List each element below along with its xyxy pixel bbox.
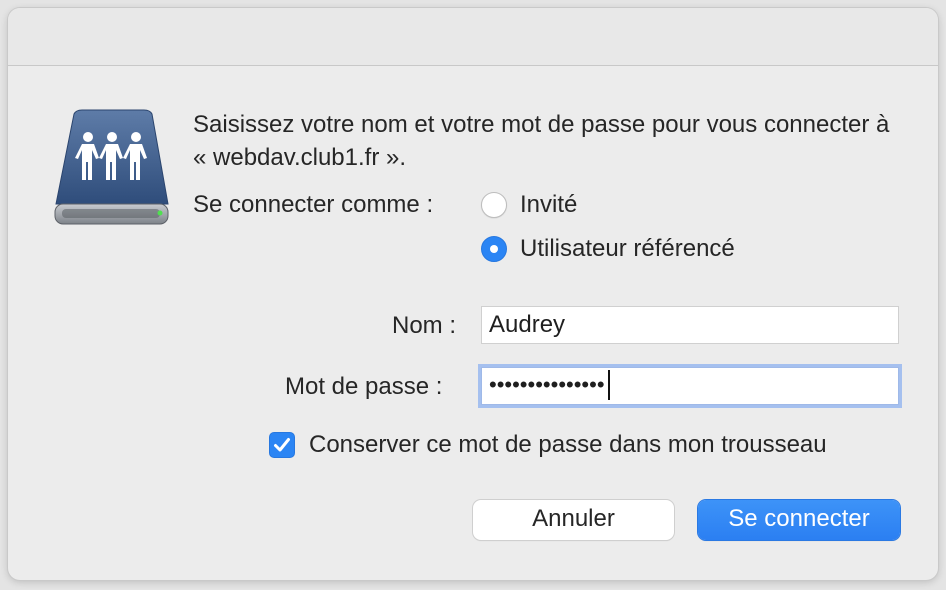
radio-registered-user-label[interactable]: Utilisateur référencé	[520, 235, 735, 263]
radio-guest[interactable]	[481, 192, 507, 218]
network-server-icon	[52, 108, 172, 230]
keychain-label[interactable]: Conserver ce mot de passe dans mon trous…	[309, 431, 827, 459]
keychain-checkbox[interactable]	[269, 432, 295, 458]
connect-dialog: Saisissez votre nom et votre mot de pass…	[8, 8, 938, 580]
password-value: •••••••••••••••	[489, 372, 605, 397]
connect-as-label: Se connecter comme :	[193, 191, 434, 218]
name-label: Nom :	[392, 312, 457, 339]
connect-button[interactable]: Se connecter	[698, 500, 900, 540]
password-field[interactable]: •••••••••••••••	[481, 367, 899, 405]
radio-guest-label[interactable]: Invité	[520, 191, 577, 219]
title-bar[interactable]	[8, 8, 938, 66]
checkmark-icon	[274, 438, 290, 452]
password-label: Mot de passe :	[285, 373, 443, 400]
text-caret	[607, 369, 610, 400]
name-field[interactable]: Audrey	[481, 306, 899, 344]
radio-registered-user[interactable]	[481, 236, 507, 262]
name-value: Audrey	[489, 311, 566, 338]
cancel-button[interactable]: Annuler	[473, 500, 674, 540]
dialog-message: Saisissez votre nom et votre mot de pass…	[193, 111, 890, 171]
